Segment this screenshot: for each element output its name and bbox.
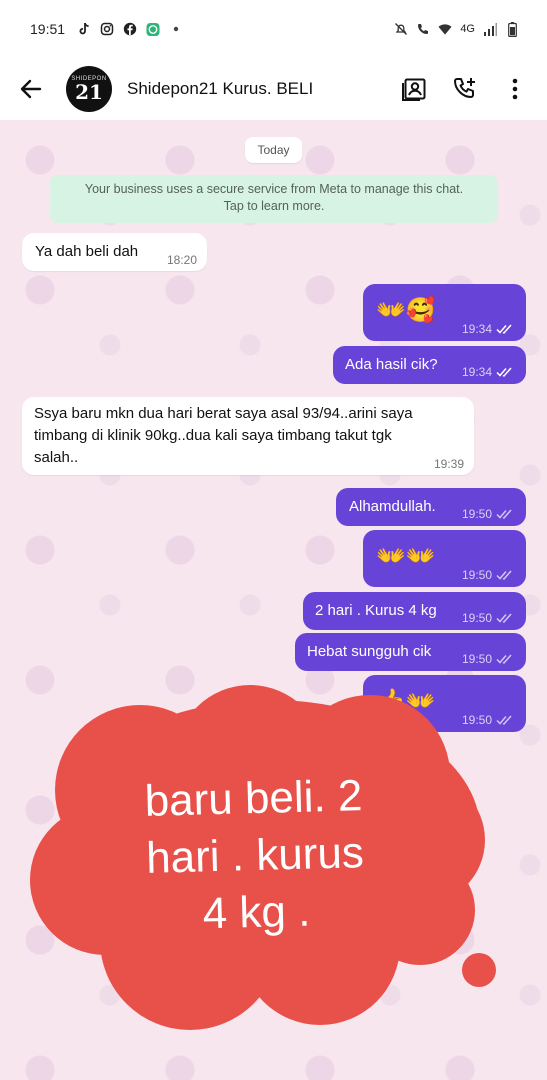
message-time: 19:50 (461, 652, 492, 666)
message-meta: 19:34 (462, 322, 514, 336)
double-check-icon (496, 367, 512, 377)
message-time: 19:50 (461, 611, 492, 625)
message-text: 2 hari . Kurus 4 kg (315, 602, 437, 619)
business-notice-line2: Tap to learn more. (223, 199, 325, 213)
system-icons: 4G (394, 21, 519, 37)
message-text-line: Ssya baru mkn dua hari berat saya asal 9… (34, 405, 413, 422)
overlay-line: hari . kurus (145, 828, 365, 883)
network-label: 4G (460, 23, 475, 35)
avatar-number: 21 (75, 80, 103, 104)
message-time: 19:50 (461, 568, 492, 582)
message-bubble-outgoing[interactable]: 👐👐 19:50 (363, 530, 526, 587)
dot-icon (169, 22, 183, 36)
double-check-icon (496, 570, 512, 580)
message-time: 19:50 (461, 507, 492, 521)
message-time: 19:34 (461, 365, 492, 379)
message-meta: 19:34 (462, 365, 514, 379)
message-emoji: 👐🥰 (376, 296, 436, 324)
message-bubble-outgoing[interactable]: Ada hasil cik? 19:34 (333, 346, 526, 384)
wifi-call-icon (416, 22, 430, 36)
instagram-icon (100, 22, 114, 36)
message-text: Ada hasil cik? (345, 356, 438, 373)
more-vert-icon[interactable] (501, 75, 529, 103)
message-bubble-outgoing[interactable]: 👍👐 19:50 (363, 675, 526, 732)
message-text-line: salah.. (34, 449, 79, 466)
facebook-icon (123, 22, 137, 36)
business-notice-line1: Your business uses a secure service from… (84, 182, 464, 196)
messenger-app-icon (146, 22, 160, 36)
double-check-icon (496, 654, 512, 664)
signal-icon (483, 22, 497, 36)
message-text-line: timbang di klinik 90kg..dua kali saya ti… (34, 427, 392, 444)
message-meta: 19:50 (462, 713, 514, 727)
message-time: 18:20 (166, 253, 197, 267)
message-bubble-incoming[interactable]: Ssya baru mkn dua hari berat saya asal 9… (22, 397, 474, 475)
tiktok-icon (77, 22, 91, 36)
double-check-icon (496, 509, 512, 519)
message-time: 19:50 (461, 713, 492, 727)
message-text: Alhamdullah. (349, 498, 436, 515)
back-arrow-icon[interactable] (16, 74, 46, 104)
message-meta: 18:20 (167, 253, 197, 267)
overlay-line: baru beli. 2 (144, 771, 363, 826)
chat-title[interactable]: Shidepon21 Kurus. BELI (127, 79, 401, 99)
double-check-icon (496, 324, 512, 334)
avatar[interactable]: SHIDEPON 21 (66, 66, 112, 112)
message-emoji: 👍👐 (376, 687, 436, 715)
battery-icon (505, 21, 519, 37)
message-meta: 19:50 (462, 507, 514, 521)
contact-card-icon[interactable] (401, 75, 429, 103)
message-bubble-incoming[interactable]: Ya dah beli dah 18:20 (22, 233, 207, 271)
status-time: 19:51 (30, 21, 66, 37)
message-time: 19:34 (461, 322, 492, 336)
message-meta: 19:50 (462, 568, 514, 582)
message-bubble-outgoing[interactable]: Alhamdullah. 19:50 (336, 488, 526, 526)
overlay-line: 4 kg . (202, 886, 311, 939)
message-bubble-outgoing[interactable]: 👐🥰 19:34 (363, 284, 526, 341)
message-emoji: 👐👐 (376, 542, 436, 570)
chat-header: SHIDEPON 21 Shidepon21 Kurus. BELI (0, 58, 547, 120)
double-check-icon (496, 613, 512, 623)
message-text: Hebat sungguh cik (307, 643, 432, 660)
message-text: Ya dah beli dah (35, 243, 139, 260)
wifi-icon (438, 22, 452, 36)
message-bubble-outgoing[interactable]: Hebat sungguh cik 19:50 (295, 633, 526, 671)
date-chip: Today (245, 137, 302, 163)
notification-icons (77, 22, 183, 36)
message-meta: 19:50 (462, 652, 514, 666)
overlay-caption: baru beli. 2 hari . kurus 4 kg . (93, 766, 417, 945)
business-notice[interactable]: Your business uses a secure service from… (50, 175, 498, 223)
message-bubble-outgoing[interactable]: 2 hari . Kurus 4 kg 19:50 (303, 592, 526, 630)
message-time: 19:39 (433, 457, 464, 471)
double-check-icon (496, 715, 512, 725)
add-call-icon[interactable] (451, 75, 479, 103)
message-meta: 19:39 (434, 457, 464, 471)
mute-icon (394, 22, 408, 36)
message-meta: 19:50 (462, 611, 514, 625)
status-bar: 19:51 4G (0, 0, 547, 58)
